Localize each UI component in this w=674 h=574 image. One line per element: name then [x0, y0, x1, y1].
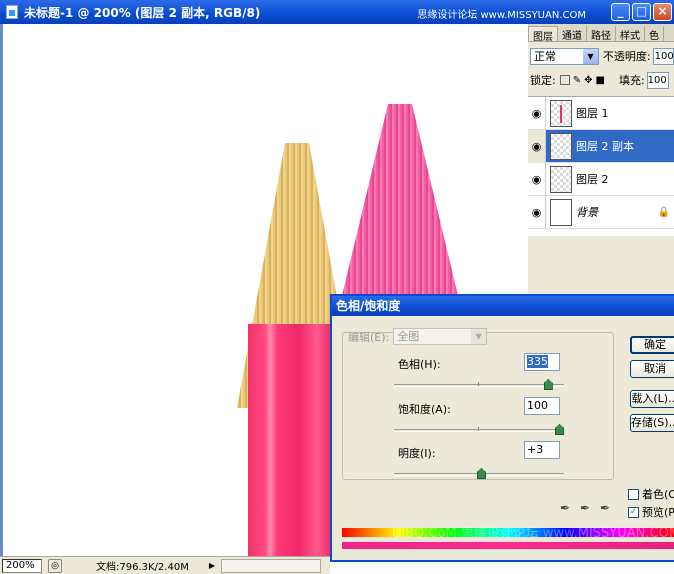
edit-range-select[interactable]: 全图 ▼ [393, 328, 488, 345]
layer-name: 图层 2 [576, 173, 609, 186]
lightness-label: 明度(I): [398, 447, 436, 460]
eyedropper-minus-icon[interactable]: ✒ [600, 501, 610, 515]
hue-input[interactable]: 335 [524, 353, 560, 371]
panel-tabs: 图层 通道 路径 样式 色 [528, 24, 674, 43]
status-info-icon[interactable]: ◎ [48, 558, 62, 573]
layer-row[interactable]: ◉ 图层 1 [528, 96, 674, 130]
fill-field[interactable]: 100 [646, 71, 669, 89]
preview-option[interactable]: ✓ 预览(P) [628, 504, 674, 520]
tab-layers[interactable]: 图层 [528, 26, 558, 43]
edit-range-value: 全图 [397, 330, 420, 343]
lightness-slider[interactable] [394, 468, 564, 479]
hue-label: 色相(H): [398, 358, 441, 371]
blend-mode-select[interactable]: 正常 ▼ [530, 47, 599, 65]
zoom-field[interactable]: 200% [2, 558, 42, 573]
eye-icon[interactable]: ◉ [528, 162, 546, 196]
colorize-label: 着色(O) [642, 488, 674, 501]
status-bar: 200% ◎ 文档:796.3K/2.40M ▶ [0, 556, 330, 574]
opacity-label: 不透明度: [602, 50, 651, 63]
canvas-border [0, 24, 3, 556]
load-button[interactable]: 载入(L)... [630, 390, 674, 408]
close-button[interactable]: × [653, 3, 672, 21]
lightness-input[interactable]: +3 [524, 441, 560, 459]
lock-transparency-icon[interactable] [559, 75, 570, 85]
eye-icon[interactable]: ◉ [528, 96, 546, 130]
preview-label: 预览(P) [642, 506, 674, 519]
pencil-body [248, 324, 334, 556]
document-title: 未标题-1 @ 200% (图层 2 副本, RGB/8) [24, 5, 261, 20]
layers-panel: 图层 通道 路径 样式 色 正常 ▼ 不透明度: 100 锁定: ✎ ✥ ■ 填… [526, 24, 674, 294]
layer-name: 背景 [576, 206, 598, 219]
colorize-option[interactable]: 着色(O) [628, 486, 674, 502]
lock-move-icon[interactable]: ✥ [584, 75, 592, 86]
preview-checkbox[interactable]: ✓ [628, 506, 639, 518]
hue-value: 335 [527, 355, 548, 368]
tab-paths[interactable]: 路径 [587, 26, 616, 42]
site-watermark: 思缘设计论坛 www.MISSYUAN.COM [417, 10, 586, 21]
layer-thumbnail [550, 165, 572, 193]
dialog-watermark: UiBQ.CoM 思缘设计论坛 www.MISSYUAN.COM [392, 526, 674, 541]
saturation-input[interactable]: 100 [524, 397, 560, 415]
layer-name: 图层 2 副本 [576, 140, 634, 153]
lock-all-icon[interactable]: ■ [596, 75, 605, 86]
blend-mode-value: 正常 [534, 49, 556, 63]
eyedropper-icon[interactable]: ✒ [560, 501, 570, 515]
lock-icon: 🔒 [657, 206, 670, 218]
hue-slider[interactable] [394, 379, 564, 390]
layer-row[interactable]: ◉ 图层 2 [528, 162, 674, 196]
eye-icon[interactable]: ◉ [528, 129, 546, 163]
status-menu-arrow-icon[interactable]: ▶ [209, 561, 215, 570]
horizontal-scrollbar[interactable] [220, 558, 321, 573]
document-title-bar[interactable]: 未标题-1 @ 200% (图层 2 副本, RGB/8) 思缘设计论坛 www… [0, 0, 674, 24]
adjusted-spectrum-bar [342, 542, 674, 549]
tab-color[interactable]: 色 [645, 26, 664, 42]
dialog-title[interactable]: 色相/饱和度 [332, 296, 674, 316]
layer-thumbnail [550, 99, 572, 127]
slider-center-tick [478, 382, 479, 386]
layer-thumbnail [550, 132, 572, 160]
eye-icon[interactable]: ◉ [528, 195, 546, 229]
layer-row-selected[interactable]: ◉ 图层 2 副本 [528, 129, 674, 163]
eyedropper-plus-icon[interactable]: ✒ [580, 501, 590, 515]
ok-button[interactable]: 确定 [630, 336, 674, 354]
tab-channels[interactable]: 通道 [558, 26, 587, 42]
saturation-label: 饱和度(A): [398, 403, 451, 416]
saturation-slider[interactable] [394, 424, 564, 435]
document-icon [6, 5, 18, 19]
colorize-checkbox[interactable] [628, 488, 639, 500]
blend-row: 正常 ▼ 不透明度: 100 [530, 46, 674, 66]
edit-label: 编辑(E): [348, 330, 390, 344]
maximize-button[interactable]: □ [632, 3, 651, 21]
document-size-info: 文档:796.3K/2.40M [96, 562, 189, 573]
hue-saturation-dialog: 色相/饱和度 编辑(E): 全图 ▼ 色相(H): 335 饱和度(A): 10… [330, 294, 674, 562]
minimize-button[interactable]: _ [611, 3, 630, 21]
edit-group-box [342, 332, 614, 480]
layer-thumbnail [550, 198, 572, 226]
pencil-pink-tip [340, 104, 460, 304]
save-button[interactable]: 存储(S)... [630, 414, 674, 432]
slider-center-tick [478, 427, 479, 431]
chevron-down-icon: ▼ [471, 329, 487, 344]
layer-name: 图层 1 [576, 107, 609, 120]
fill-label: 填充: [618, 74, 645, 87]
cancel-button[interactable]: 取消 [630, 360, 674, 378]
edit-row: 编辑(E): 全图 ▼ [348, 328, 488, 345]
opacity-field[interactable]: 100 [652, 47, 674, 65]
lock-brush-icon[interactable]: ✎ [573, 75, 581, 86]
layer-row-background[interactable]: ◉ 背景 🔒 [528, 195, 674, 229]
lock-row: 锁定: ✎ ✥ ■ 填充: 100 [530, 70, 674, 90]
tab-styles[interactable]: 样式 [616, 26, 645, 42]
layers-list: ◉ 图层 1 ◉ 图层 2 副本 ◉ 图层 2 ◉ 背景 🔒 [528, 96, 674, 236]
chevron-down-icon: ▼ [582, 48, 598, 64]
lock-label: 锁定: [530, 74, 556, 87]
